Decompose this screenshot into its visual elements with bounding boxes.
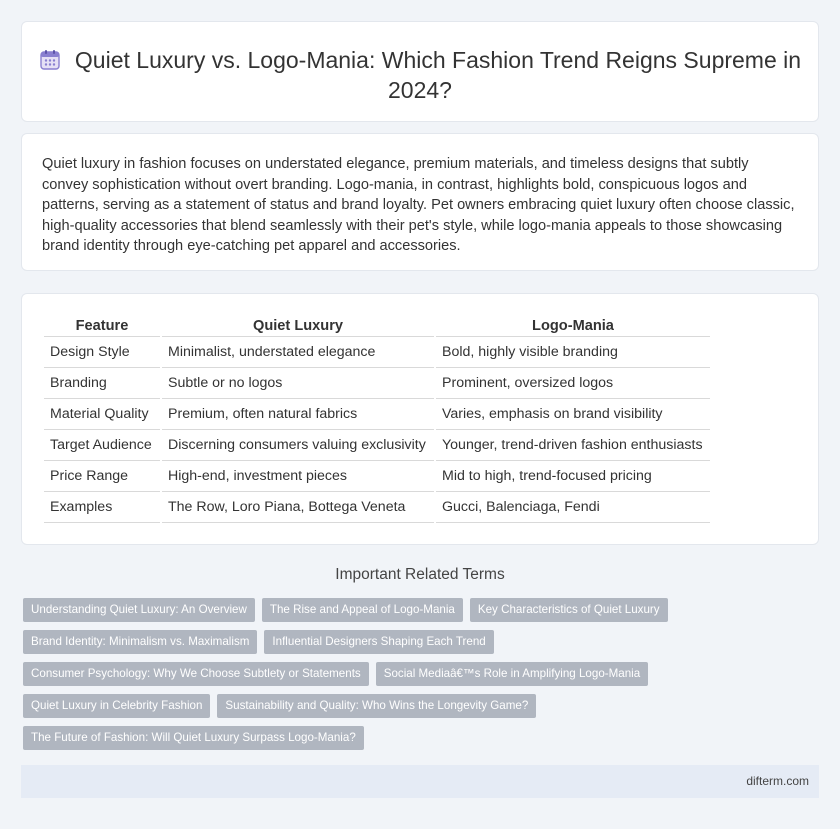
table-cell: Premium, often natural fabrics <box>162 399 434 430</box>
column-header-logo-mania: Logo-Mania <box>436 316 710 337</box>
table-row: Material Quality Premium, often natural … <box>44 399 710 430</box>
table-cell: Target Audience <box>44 430 160 461</box>
table-cell: Subtle or no logos <box>162 368 434 399</box>
column-header-quiet-luxury: Quiet Luxury <box>162 316 434 337</box>
table-cell: High-end, investment pieces <box>162 461 434 492</box>
intro-paragraph: Quiet luxury in fashion focuses on under… <box>42 156 795 254</box>
tag-row: The Future of Fashion: Will Quiet Luxury… <box>23 726 823 750</box>
table-cell: Prominent, oversized logos <box>436 368 710 399</box>
intro-card: Quiet luxury in fashion focuses on under… <box>21 133 819 271</box>
table-cell: Gucci, Balenciaga, Fendi <box>436 492 710 523</box>
table-row: Examples The Row, Loro Piana, Bottega Ve… <box>44 492 710 523</box>
related-term-link[interactable]: Influential Designers Shaping Each Trend <box>264 630 494 654</box>
table-cell: Younger, trend-driven fashion enthusiast… <box>436 430 710 461</box>
table-cell: Varies, emphasis on brand visibility <box>436 399 710 430</box>
table-cell: Mid to high, trend-focused pricing <box>436 461 710 492</box>
related-terms-heading: Important Related Terms <box>335 566 505 583</box>
table-row: Price Range High-end, investment pieces … <box>44 461 710 492</box>
table-row: Design Style Minimalist, understated ele… <box>44 337 710 368</box>
title-wrap: Quiet Luxury vs. Logo-Mania: Which Fashi… <box>22 45 818 105</box>
calendar-icon <box>39 48 61 70</box>
table-cell: Examples <box>44 492 160 523</box>
footer-bar: difterm.com <box>21 765 819 798</box>
related-term-link[interactable]: Social Mediaâ€™s Role in Amplifying Logo… <box>375 662 649 686</box>
related-term-link[interactable]: Consumer Psychology: Why We Choose Subtl… <box>23 662 369 686</box>
footer-site-link[interactable]: difterm.com <box>746 774 809 788</box>
comparison-table: Feature Quiet Luxury Logo-Mania Design S… <box>42 316 712 523</box>
tag-row: Understanding Quiet Luxury: An Overview … <box>23 598 823 622</box>
related-term-link[interactable]: Key Characteristics of Quiet Luxury <box>469 598 668 622</box>
comparison-card: Feature Quiet Luxury Logo-Mania Design S… <box>21 293 819 545</box>
header-card: Quiet Luxury vs. Logo-Mania: Which Fashi… <box>21 21 819 122</box>
table-cell: The Row, Loro Piana, Bottega Veneta <box>162 492 434 523</box>
table-cell: Material Quality <box>44 399 160 430</box>
table-row: Target Audience Discerning consumers val… <box>44 430 710 461</box>
table-cell: Bold, highly visible branding <box>436 337 710 368</box>
table-row: Branding Subtle or no logos Prominent, o… <box>44 368 710 399</box>
table-cell: Branding <box>44 368 160 399</box>
related-term-link[interactable]: The Rise and Appeal of Logo-Mania <box>261 598 463 622</box>
related-term-link[interactable]: Brand Identity: Minimalism vs. Maximalis… <box>23 630 258 654</box>
related-terms-list: Understanding Quiet Luxury: An Overview … <box>23 598 823 758</box>
table-cell: Minimalist, understated elegance <box>162 337 434 368</box>
column-header-feature: Feature <box>44 316 160 337</box>
tag-row: Quiet Luxury in Celebrity Fashion Sustai… <box>23 694 823 718</box>
table-cell: Price Range <box>44 461 160 492</box>
related-term-link[interactable]: Quiet Luxury in Celebrity Fashion <box>23 694 211 718</box>
page-title: Quiet Luxury vs. Logo-Mania: Which Fashi… <box>22 45 818 105</box>
table-header-row: Feature Quiet Luxury Logo-Mania <box>44 316 710 337</box>
related-term-link[interactable]: Understanding Quiet Luxury: An Overview <box>23 598 255 622</box>
tag-row: Brand Identity: Minimalism vs. Maximalis… <box>23 630 823 654</box>
table-cell: Design Style <box>44 337 160 368</box>
page-title-text: Quiet Luxury vs. Logo-Mania: Which Fashi… <box>74 47 802 103</box>
related-term-link[interactable]: The Future of Fashion: Will Quiet Luxury… <box>23 726 364 750</box>
tag-row: Consumer Psychology: Why We Choose Subtl… <box>23 662 823 686</box>
related-term-link[interactable]: Sustainability and Quality: Who Wins the… <box>217 694 537 718</box>
table-cell: Discerning consumers valuing exclusivity <box>162 430 434 461</box>
